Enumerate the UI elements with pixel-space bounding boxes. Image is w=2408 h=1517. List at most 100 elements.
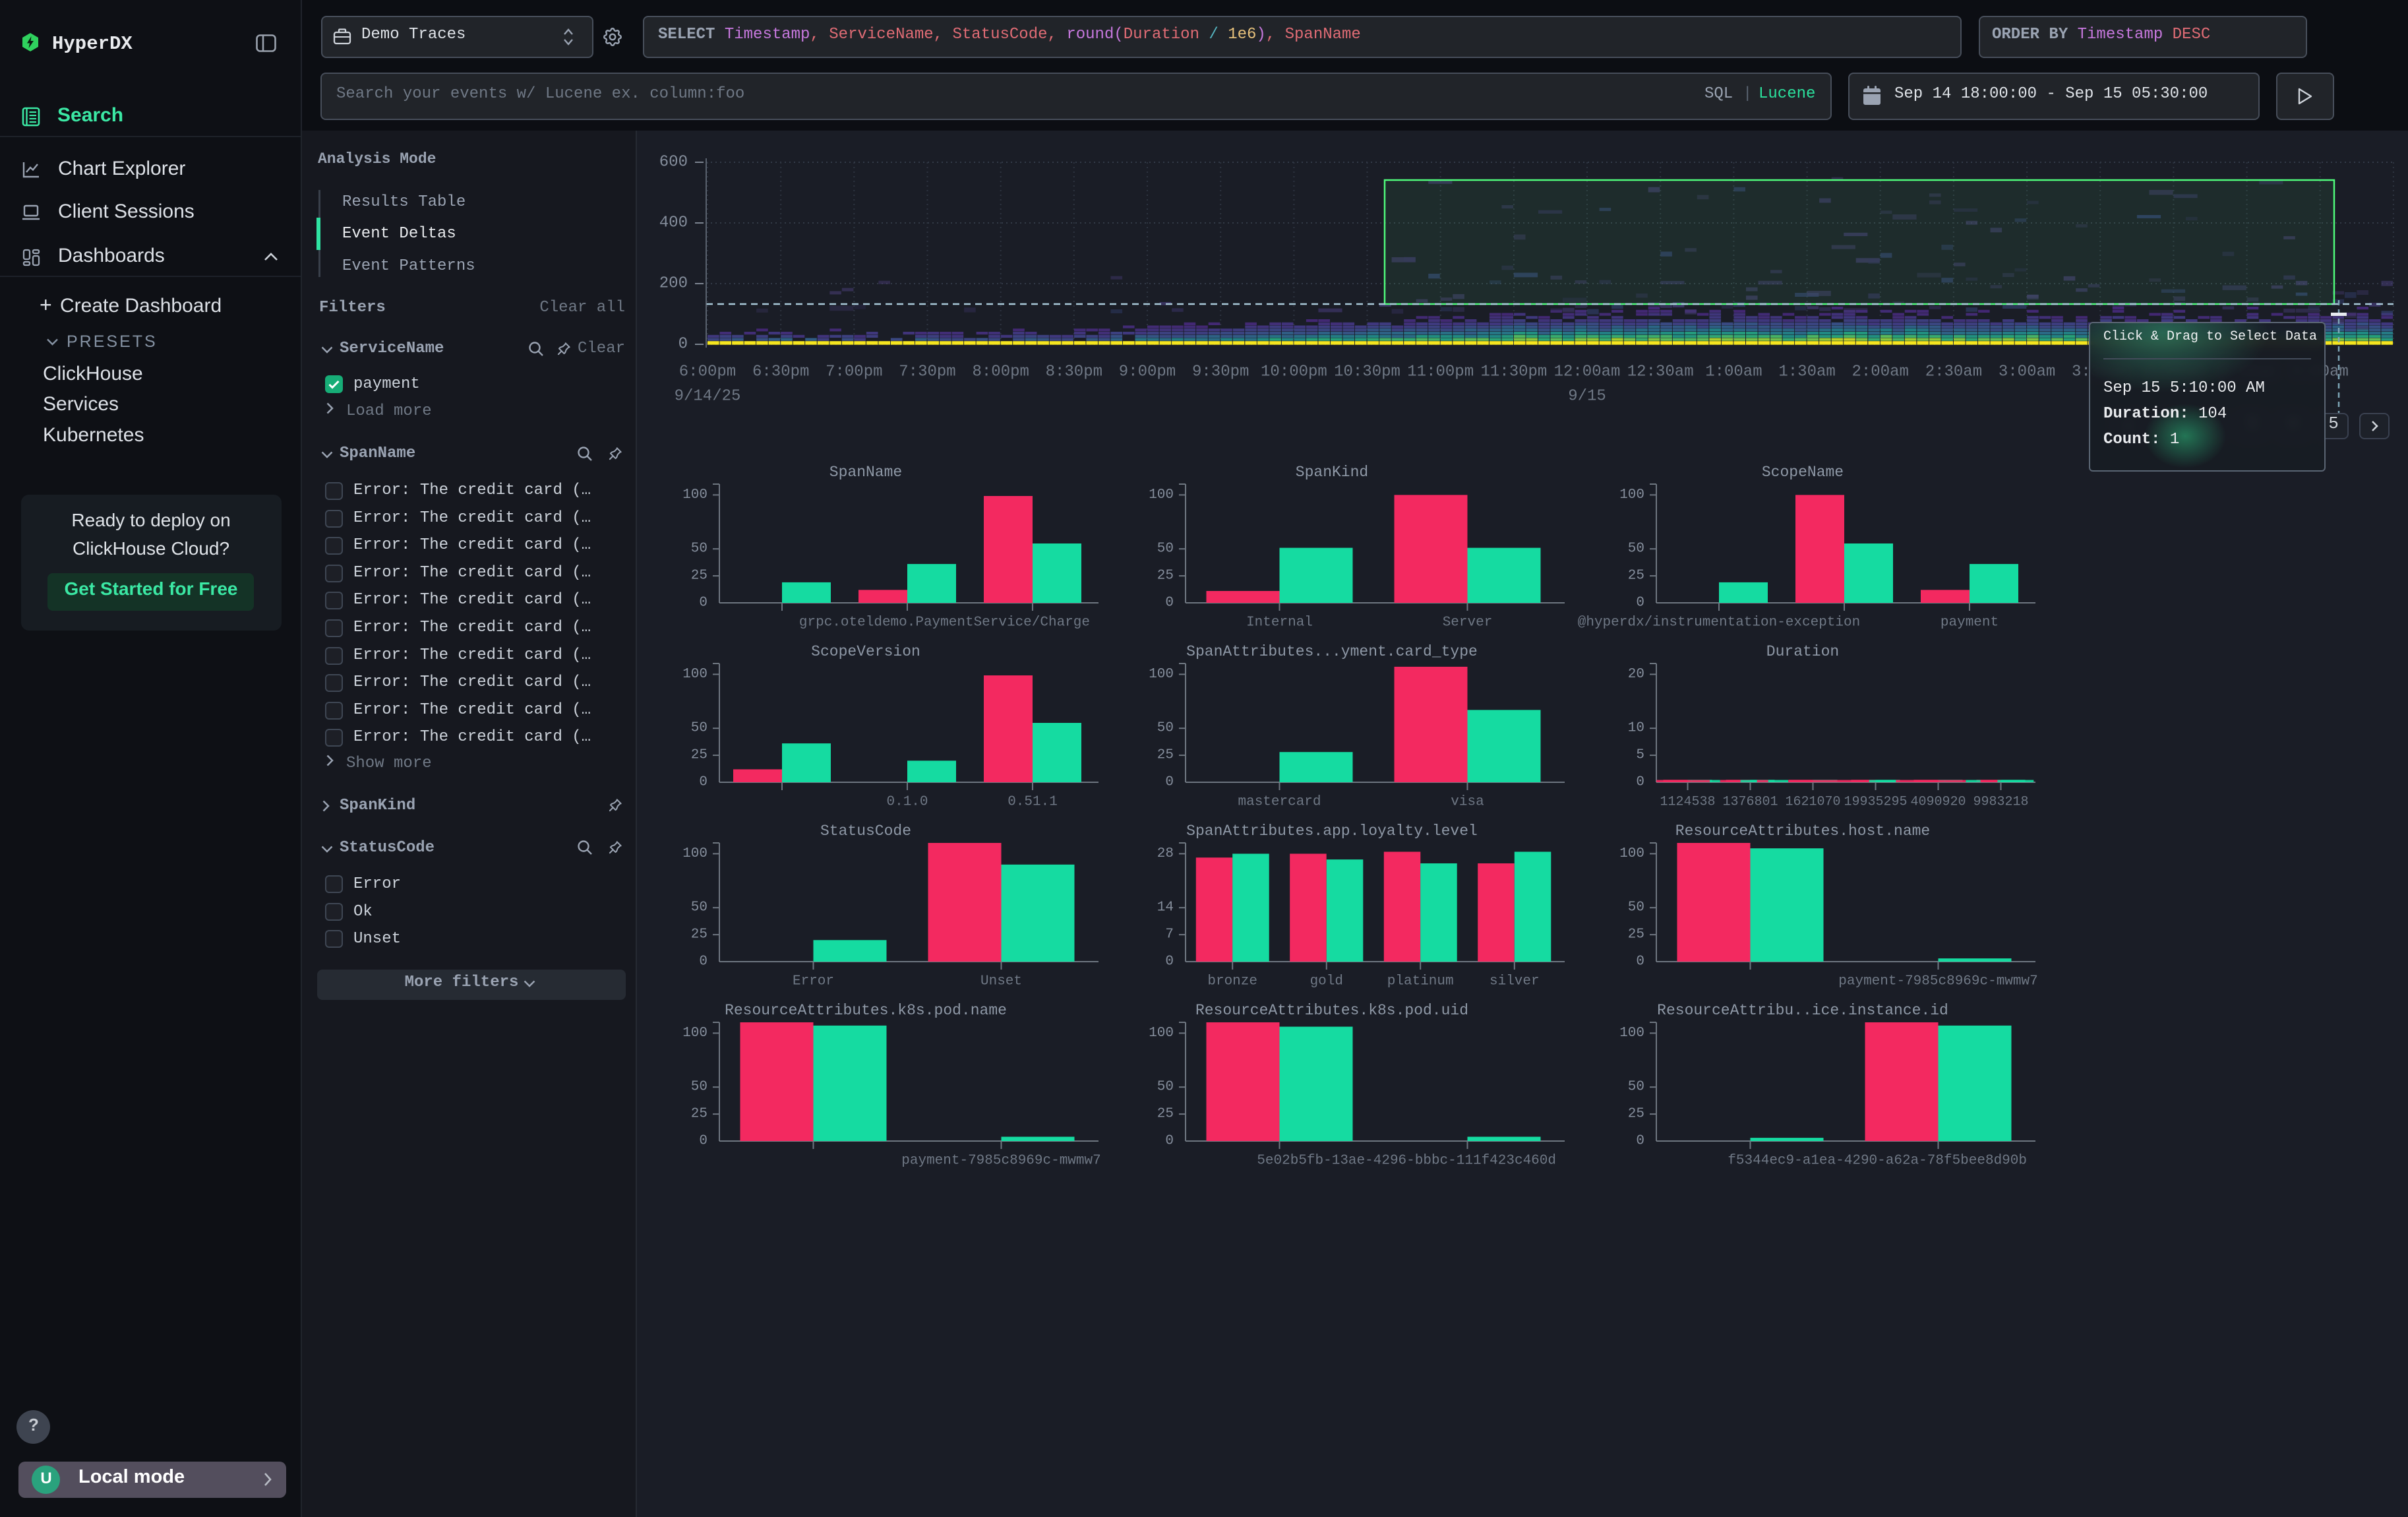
- svg-text:0: 0: [678, 336, 688, 354]
- svg-text:visa: visa: [1451, 795, 1484, 810]
- svg-text:25: 25: [1157, 748, 1174, 763]
- svg-text:50: 50: [1628, 542, 1644, 557]
- svg-text:0: 0: [1165, 775, 1174, 790]
- svg-text:ScopeName: ScopeName: [1762, 464, 1844, 481]
- svg-text:payment: payment: [1941, 615, 1999, 631]
- svg-text:50: 50: [691, 1080, 707, 1095]
- svg-text:12:30am: 12:30am: [1627, 363, 1694, 381]
- svg-text:50: 50: [1157, 542, 1174, 557]
- svg-text:SpanAttributes.app.loyalty.lev: SpanAttributes.app.loyalty.level: [1186, 822, 1478, 840]
- svg-text:25: 25: [1157, 569, 1174, 584]
- svg-text:silver: silver: [1490, 974, 1540, 989]
- svg-text:25: 25: [691, 1107, 707, 1122]
- svg-text:11:30pm: 11:30pm: [1480, 363, 1547, 381]
- svg-text:4090920: 4090920: [1910, 795, 1966, 810]
- svg-text:payment-7985c8969c-mwmw7: payment-7985c8969c-mwmw7: [901, 1154, 1100, 1169]
- svg-text:9:00pm: 9:00pm: [1119, 363, 1176, 381]
- svg-text:19935295: 19935295: [1844, 795, 1907, 810]
- svg-text:Error: Error: [793, 974, 834, 989]
- svg-text:25: 25: [1628, 927, 1644, 943]
- svg-text:50: 50: [1628, 900, 1644, 915]
- svg-text:1:30am: 1:30am: [1778, 363, 1835, 381]
- svg-text:100: 100: [682, 667, 707, 682]
- svg-text:0: 0: [699, 1134, 707, 1149]
- svg-text:gold: gold: [1310, 974, 1343, 989]
- svg-text:0: 0: [699, 954, 707, 970]
- svg-text:1124538: 1124538: [1660, 795, 1715, 810]
- svg-text:25: 25: [691, 748, 707, 763]
- svg-text:0: 0: [1636, 954, 1644, 970]
- svg-text:25: 25: [1628, 1107, 1644, 1122]
- svg-text:mastercard: mastercard: [1238, 795, 1321, 810]
- svg-text:6:30pm: 6:30pm: [752, 363, 809, 381]
- svg-text:platinum: platinum: [1387, 974, 1454, 989]
- svg-text:Internal: Internal: [1246, 615, 1313, 631]
- svg-text:1621070: 1621070: [1785, 795, 1840, 810]
- svg-text:100: 100: [1619, 846, 1644, 861]
- svg-text:ResourceAttributes.k8s.pod.nam: ResourceAttributes.k8s.pod.name: [725, 1002, 1007, 1019]
- svg-text:SpanAttributes...yment.card_ty: SpanAttributes...yment.card_type: [1186, 643, 1478, 660]
- svg-text:0: 0: [1636, 775, 1644, 790]
- svg-text:9/14/25: 9/14/25: [675, 388, 741, 406]
- svg-text:2:00am: 2:00am: [1851, 363, 1908, 381]
- svg-text:0.1.0: 0.1.0: [886, 795, 928, 810]
- svg-text:100: 100: [1149, 667, 1174, 682]
- svg-text:100: 100: [1619, 487, 1644, 503]
- svg-text:ResourceAttributes.host.name: ResourceAttributes.host.name: [1675, 822, 1930, 840]
- svg-text:50: 50: [691, 900, 707, 915]
- svg-text:12:00am: 12:00am: [1554, 363, 1621, 381]
- svg-text:Unset: Unset: [980, 974, 1022, 989]
- svg-text:8:30pm: 8:30pm: [1046, 363, 1102, 381]
- svg-text:9:30pm: 9:30pm: [1192, 363, 1249, 381]
- svg-text:600: 600: [659, 154, 688, 171]
- svg-text:50: 50: [691, 721, 707, 736]
- svg-text:10:00pm: 10:00pm: [1261, 363, 1327, 381]
- svg-text:StatusCode: StatusCode: [820, 822, 911, 840]
- svg-text:7:30pm: 7:30pm: [899, 363, 955, 381]
- svg-text:25: 25: [691, 569, 707, 584]
- svg-text:Duration: Duration: [1766, 643, 1839, 660]
- svg-text:200: 200: [659, 275, 688, 293]
- svg-text:50: 50: [1157, 721, 1174, 736]
- svg-text:2:30am: 2:30am: [1925, 363, 1982, 381]
- svg-text:50: 50: [691, 542, 707, 557]
- svg-text:100: 100: [682, 846, 707, 861]
- svg-text:14: 14: [1157, 900, 1174, 915]
- svg-text:1:00am: 1:00am: [1705, 363, 1762, 381]
- svg-text:SpanKind: SpanKind: [1296, 464, 1368, 481]
- svg-text:0.51.1: 0.51.1: [1008, 795, 1058, 810]
- svg-text:ScopeVersion: ScopeVersion: [811, 643, 920, 660]
- svg-text:400: 400: [659, 214, 688, 232]
- svg-text:100: 100: [1619, 1026, 1644, 1041]
- svg-text:9/15: 9/15: [1568, 388, 1606, 406]
- svg-text:1376801: 1376801: [1722, 795, 1778, 810]
- svg-text:8:00pm: 8:00pm: [972, 363, 1029, 381]
- svg-text:grpc.oteldemo.PaymentService/C: grpc.oteldemo.PaymentService/Charge: [799, 615, 1090, 631]
- svg-text:0: 0: [699, 775, 707, 790]
- svg-text:SpanName: SpanName: [829, 464, 902, 481]
- svg-text:0: 0: [1636, 596, 1644, 611]
- svg-text:100: 100: [682, 1026, 707, 1041]
- svg-text:100: 100: [1149, 487, 1174, 503]
- svg-text:25: 25: [1157, 1107, 1174, 1122]
- svg-text:0: 0: [699, 596, 707, 611]
- svg-text:@hyperdx/instrumentation-excep: @hyperdx/instrumentation-exception: [1578, 615, 1860, 631]
- svg-text:f5344ec9-a1ea-4290-a62a-78f5be: f5344ec9-a1ea-4290-a62a-78f5bee8d90b: [1728, 1154, 2027, 1169]
- svg-text:0: 0: [1165, 596, 1174, 611]
- svg-text:100: 100: [1149, 1026, 1174, 1041]
- svg-text:50: 50: [1157, 1080, 1174, 1095]
- svg-text:Server: Server: [1443, 615, 1493, 631]
- svg-text:6:00pm: 6:00pm: [679, 363, 736, 381]
- svg-text:10:30pm: 10:30pm: [1334, 363, 1400, 381]
- svg-text:payment-7985c8969c-mwmw7: payment-7985c8969c-mwmw7: [1838, 974, 2037, 989]
- svg-text:28: 28: [1157, 846, 1174, 861]
- svg-text:5: 5: [1636, 748, 1644, 763]
- svg-text:ResourceAttribu..ice.instance.: ResourceAttribu..ice.instance.id: [1657, 1002, 1948, 1019]
- svg-text:7: 7: [1165, 927, 1174, 943]
- svg-text:0: 0: [1165, 1134, 1174, 1149]
- svg-text:50: 50: [1628, 1080, 1644, 1095]
- svg-text:5e02b5fb-13ae-4296-bbbc-111f42: 5e02b5fb-13ae-4296-bbbc-111f423c460d: [1257, 1154, 1556, 1169]
- svg-text:10: 10: [1628, 721, 1644, 736]
- svg-text:7:00pm: 7:00pm: [826, 363, 882, 381]
- svg-text:0: 0: [1165, 954, 1174, 970]
